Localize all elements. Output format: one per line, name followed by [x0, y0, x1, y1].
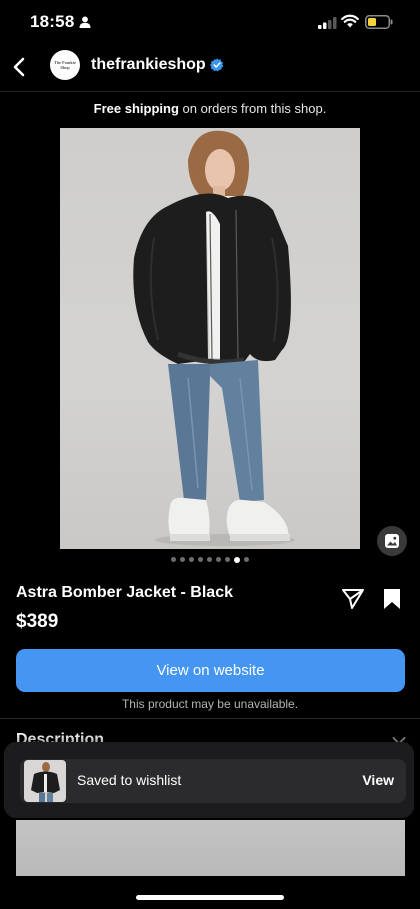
product-price: $389: [16, 611, 59, 632]
availability-note: This product may be unavailable.: [121, 697, 299, 711]
carousel-dot[interactable]: [207, 557, 212, 562]
image-icon[interactable]: [377, 526, 407, 556]
carousel-dot[interactable]: [225, 557, 230, 562]
product-title: Astra Bomber Jacket - Black: [16, 584, 233, 601]
shipping-note: Free shipping on orders from this shop.: [0, 101, 420, 116]
header-divider: [0, 91, 420, 92]
carousel-dot[interactable]: [180, 557, 185, 562]
shop-username[interactable]: thefrankieshop: [91, 56, 206, 74]
view-on-website-button[interactable]: View on website: [16, 649, 405, 692]
carousel-dot[interactable]: [198, 557, 203, 562]
toast-product-thumbnail: [24, 760, 66, 802]
battery-icon: [365, 15, 393, 29]
toast-content: Saved to wishlist View: [20, 759, 406, 803]
carousel-dots[interactable]: [0, 556, 420, 563]
home-indicator[interactable]: [136, 895, 284, 900]
shipping-note-rest: on orders from this shop.: [178, 101, 327, 116]
shipping-note-bold: Free shipping: [93, 101, 179, 116]
verified-icon: [210, 58, 224, 72]
toast-view-link[interactable]: View: [362, 772, 394, 788]
carousel-dot[interactable]: [171, 557, 176, 562]
product-photo-illustration: [133, 130, 295, 546]
person-icon: [79, 16, 91, 28]
wifi-icon: [341, 14, 359, 28]
carousel-dot[interactable]: [216, 557, 221, 562]
image-icon-glyph: [385, 534, 399, 548]
share-icon[interactable]: [341, 588, 365, 610]
carousel-dot[interactable]: [189, 557, 194, 562]
status-time: 18:58: [30, 12, 75, 31]
signal-icon: [318, 17, 337, 29]
carousel-dot[interactable]: [244, 557, 249, 562]
toast-thumbnail-illustration: [31, 762, 60, 802]
product-image[interactable]: [60, 128, 360, 549]
description-image[interactable]: [16, 820, 405, 876]
wishlist-toast: Saved to wishlist View: [4, 742, 414, 818]
section-divider: [0, 718, 420, 719]
back-icon[interactable]: [10, 56, 30, 78]
avatar[interactable]: The Frankie Shop: [50, 50, 80, 80]
carousel-dot[interactable]: [234, 556, 240, 563]
bookmark-icon[interactable]: [382, 588, 402, 610]
toast-message: Saved to wishlist: [77, 772, 182, 788]
